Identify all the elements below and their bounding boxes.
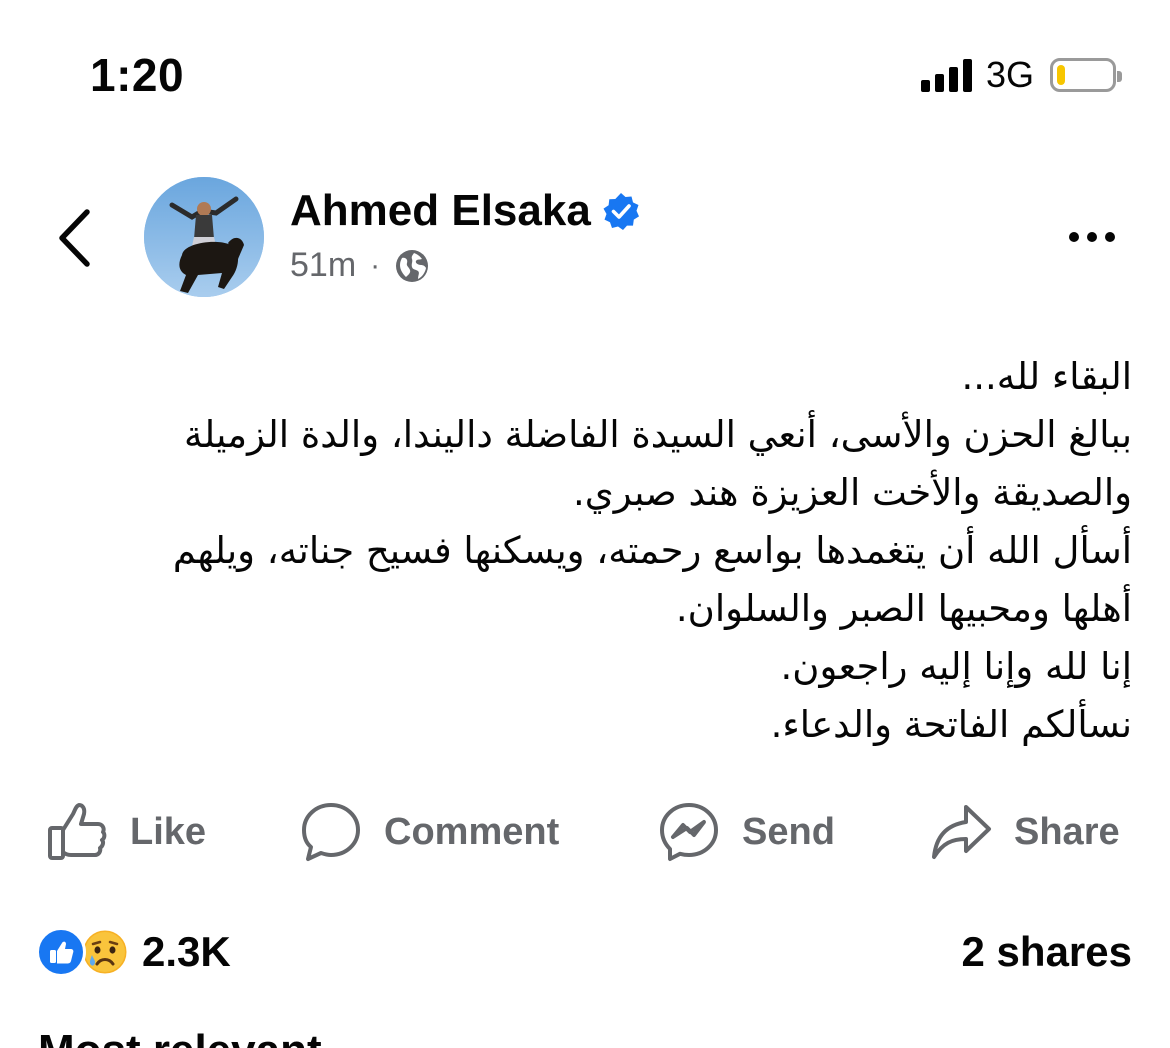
- like-reaction-icon: [36, 927, 86, 977]
- author-name[interactable]: Ahmed Elsaka: [290, 186, 641, 236]
- post-line: والصديقة والأخت العزيزة هند صبري.: [572, 471, 1132, 514]
- shares-count[interactable]: 2 shares: [962, 928, 1132, 976]
- like-label: Like: [130, 810, 207, 853]
- send-label: Send: [742, 810, 835, 853]
- more-options-button[interactable]: [1054, 212, 1130, 262]
- thumbs-up-icon: [48, 803, 107, 860]
- verified-badge-icon: [603, 193, 639, 230]
- post-line: أسأل الله أن يتغمدها بواسع رحمته، ويسكنه…: [172, 529, 1132, 572]
- network-type: 3G: [985, 54, 1034, 95]
- share-button[interactable]: Share: [930, 792, 1120, 872]
- post-text: البقاء لله... ببالغ الحزن والأسى، أنعي ا…: [30, 348, 1132, 754]
- avatar-photo: [144, 177, 264, 297]
- like-button[interactable]: Like: [46, 792, 206, 872]
- author-name-text: Ahmed Elsaka: [290, 186, 591, 235]
- comment-button[interactable]: Comment: [300, 792, 559, 872]
- post-meta: 51m ·: [290, 246, 430, 285]
- status-time: 1:20: [90, 49, 185, 101]
- more-dot-icon: [1087, 232, 1097, 242]
- share-label: Share: [1014, 810, 1120, 853]
- reactions-summary[interactable]: 2.3K: [36, 922, 231, 982]
- status-indicators: 3G: [920, 52, 1122, 98]
- comment-sort-button[interactable]: Most relevant: [38, 1026, 322, 1048]
- send-button[interactable]: Send: [658, 792, 835, 872]
- comment-bubble-icon: [302, 803, 360, 861]
- post-screen: 1:20 3G Ahmed Elsaka 51m · البقاء لله...…: [0, 0, 1170, 1048]
- reaction-count: 2.3K: [142, 928, 231, 975]
- post-line: أهلها ومحبيها الصبر والسلوان.: [675, 587, 1132, 630]
- post-action-bar: Like Comment Send Share: [0, 792, 1170, 872]
- post-line: إنا لله وإنا إليه راجعون.: [780, 645, 1132, 688]
- sad-reaction-icon: [80, 927, 130, 977]
- messenger-icon: [660, 803, 718, 861]
- more-dot-icon: [1069, 232, 1079, 242]
- comment-label: Comment: [384, 810, 560, 853]
- more-dot-icon: [1105, 232, 1115, 242]
- back-button[interactable]: [46, 200, 102, 276]
- signal-icon: [920, 58, 972, 92]
- chevron-left-icon: [59, 209, 90, 267]
- battery-level: [1057, 65, 1065, 85]
- battery-icon: [1050, 58, 1122, 92]
- globe-icon: [396, 249, 429, 282]
- post-line: نسألكم الفاتحة والدعاء.: [770, 703, 1132, 746]
- meta-separator: ·: [370, 248, 381, 282]
- post-line: البقاء لله...: [961, 355, 1132, 398]
- author-avatar[interactable]: [144, 177, 264, 297]
- post-line: ببالغ الحزن والأسى، أنعي السيدة الفاضلة …: [184, 413, 1132, 456]
- post-time[interactable]: 51m: [290, 246, 356, 285]
- share-arrow-icon: [932, 805, 991, 859]
